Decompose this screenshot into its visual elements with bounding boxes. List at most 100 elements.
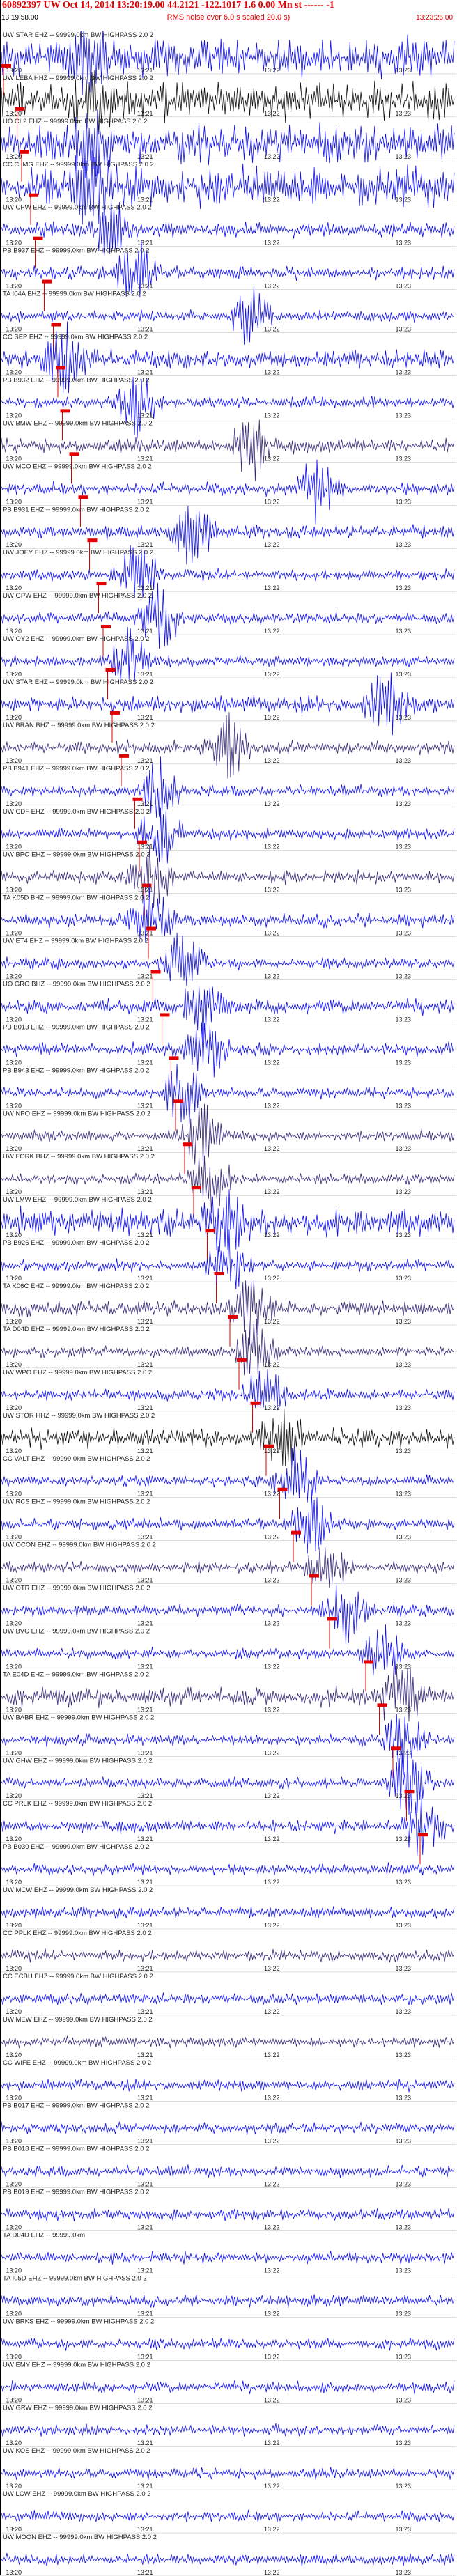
time-tick-label: 13:23 [396, 498, 412, 505]
time-tick-label: 13:20 [6, 240, 22, 247]
time-tick-label: 13:21 [137, 541, 153, 548]
time-tick-label: 13:21 [137, 240, 153, 247]
station-label: CC SEP EHZ -- 99999.0km BW HIGHPASS 2.0 … [3, 334, 148, 341]
time-tick-label: 13:22 [264, 757, 280, 764]
time-tick-label: 13:21 [137, 1016, 153, 1023]
time-tick-label: 13:20 [6, 844, 22, 851]
time-tick-label: 13:23 [396, 2310, 412, 2317]
pick-marker [29, 193, 38, 197]
time-tick-label: 13:20 [6, 283, 22, 290]
time-tick-label: 13:23 [396, 714, 412, 721]
time-tick-label: 13:23 [396, 1145, 412, 1152]
pick-marker [237, 1358, 247, 1362]
trace: CC CLMG EHZ -- 99999.0km BW HIGHPASS 2.0… [0, 150, 457, 225]
station-label: UW GPW EHZ -- 99999.0km BW HIGHPASS 2.0 … [3, 592, 152, 600]
station-label: UW FORK BHZ -- 99999.0km BW HIGHPASS 2.0… [3, 1153, 155, 1161]
time-tick-label: 13:20 [6, 1965, 22, 1972]
pick-marker [60, 409, 70, 413]
waveform [1, 985, 455, 1043]
trace: UO CL2 EHZ -- 99999.0km BW HIGHPASS 2.0 … [0, 109, 457, 182]
time-tick-label: 13:23 [396, 1663, 412, 1670]
station-label: CC PRLK EHZ -- 99999.0km BW HIGHPASS 2.0… [3, 1800, 152, 1808]
time-tick-label: 13:21 [137, 757, 153, 764]
trace: UW BMW EHZ -- 99999.0km BW HIGHPASS 2.0 … [0, 419, 457, 484]
time-tick-label: 13:23 [396, 110, 412, 117]
trace: UW WPO EHZ -- 99999.0km BW HIGHPASS 2.0 … [0, 1369, 457, 1433]
time-tick-label: 13:23 [396, 2526, 412, 2533]
time-tick-label: 13:20 [6, 1577, 22, 1584]
time-tick-label: 13:23 [396, 1491, 412, 1498]
station-label: PB B018 EHZ -- 99999.0km BW HIGHPASS 2.0… [3, 2146, 150, 2153]
station-label: UW NPO EHZ -- 99999.0km BW HIGHPASS 2.0 … [3, 1110, 150, 1117]
time-tick-label: 13:21 [137, 1188, 153, 1195]
time-tick-label: 13:20 [6, 1145, 22, 1152]
trace: UW LEBA HHZ -- 99999.0km BW HIGHPASS 2.0… [0, 70, 457, 139]
pick-marker [277, 1487, 288, 1491]
pick-marker [51, 323, 61, 327]
time-tick-label: 13:21 [137, 1448, 153, 1454]
trace: UW LCW EHZ -- 99999.0km BW HIGHPASS 2.0 … [0, 2490, 457, 2534]
station-label: UW BMW EHZ -- 99999.0km BW HIGHPASS 2.0 … [3, 419, 153, 427]
station-label: UW LEBA HHZ -- 99999.0km BW HIGHPASS 2.0… [3, 75, 153, 82]
time-tick-label: 13:23 [396, 2008, 412, 2015]
time-tick-label: 13:22 [264, 1663, 280, 1670]
station-label: PB B931 EHZ -- 99999.0km BW HIGHPASS 2.0… [3, 506, 150, 513]
time-tick-label: 13:20 [6, 1275, 22, 1282]
time-tick-label: 13:20 [6, 1792, 22, 1799]
time-tick-label: 13:21 [137, 67, 153, 74]
trace: CC WIFE EHZ -- 99999.0km BW HIGHPASS 2.0… [0, 2059, 457, 2102]
trace: UW BRAN BHZ -- 99999.0km BW HIGHPASS 2.0… [0, 712, 457, 786]
trace: UW STAR EHZ -- 99999.0km BW HIGHPASS 2.0… [0, 31, 457, 95]
time-tick-label: 13:22 [264, 1059, 280, 1066]
time-tick-label: 13:20 [6, 455, 22, 462]
time-tick-label: 13:20 [6, 1404, 22, 1411]
time-tick-label: 13:21 [137, 196, 153, 203]
pick-marker [33, 236, 43, 240]
time-tick-label: 13:21 [137, 2095, 153, 2102]
plot-header: 60892397 UW Oct 14, 2014 13:20:19.00 44.… [0, 0, 457, 31]
trace: PB B013 EHZ -- 99999.0km BW HIGHPASS 2.0… [0, 1022, 457, 1088]
time-tick-label: 13:21 [137, 1275, 153, 1282]
time-tick-label: 13:20 [6, 1663, 22, 1670]
time-tick-label: 13:21 [137, 2569, 153, 2576]
trace: UW KOS EHZ -- 99999.0km BW HIGHPASS 2.0 … [0, 2447, 457, 2490]
station-label: UW CPW EHZ -- 99999.0km BW HIGHPASS 2.0 … [3, 204, 152, 212]
pick-marker [377, 1703, 387, 1707]
time-tick-label: 13:22 [264, 2181, 280, 2188]
trace: PB B941 EHZ -- 99999.0km BW HIGHPASS 2.0… [0, 756, 457, 829]
time-tick-label: 13:21 [137, 326, 153, 333]
trace: PB B019 EHZ -- 99999.0km BW HIGHPASS 2.0… [0, 2189, 457, 2231]
pick-marker [69, 452, 79, 456]
station-label: UW OY2 EHZ -- 99999.0km BW HIGHPASS 2.0 … [3, 635, 149, 643]
time-tick-label: 13:23 [396, 1620, 412, 1627]
time-tick-label: 13:21 [137, 1491, 153, 1498]
time-tick-label: 13:21 [137, 1922, 153, 1929]
station-label: UW BRKS EHZ -- 99999.0km BW HIGHPASS 2.0… [3, 2318, 154, 2325]
time-tick-label: 13:23 [396, 1232, 412, 1239]
time-tick-label: 13:23 [396, 2138, 412, 2145]
pick-marker [173, 1099, 183, 1103]
station-label: UW MCW EHZ -- 99999.0km BW HIGHPASS 2.0 … [3, 1886, 153, 1894]
time-tick-label: 13:22 [264, 1879, 280, 1886]
trace: PB B937 EHZ -- 99999.0km BW HIGHPASS 2.0… [0, 240, 457, 311]
time-tick-label: 13:22 [264, 2310, 280, 2317]
trace: PB B931 EHZ -- 99999.0km BW HIGHPASS 2.0… [0, 506, 457, 571]
time-tick-label: 13:23 [396, 1318, 412, 1325]
time-tick-label: 13:21 [137, 2138, 153, 2145]
waveform [1, 2552, 455, 2567]
time-tick-label: 13:20 [6, 1922, 22, 1929]
time-tick-label: 13:23 [396, 1749, 412, 1756]
time-tick-label: 13:21 [137, 110, 153, 117]
station-label: TA D04D EHZ -- 99999.0km BW HIGHPASS 2.0… [3, 1326, 150, 1333]
time-tick-label: 13:20 [6, 1879, 22, 1886]
time-tick-label: 13:21 [137, 2267, 153, 2274]
trace: UW BABR EHZ -- 99999.0km BW HIGHPASS 2.0… [0, 1714, 457, 1778]
time-tick-label: 13:22 [264, 326, 280, 333]
station-label: UW JOEY EHZ -- 99999.0km BW HIGHPASS 2.0… [3, 549, 153, 557]
station-label: PB B017 EHZ -- 99999.0km BW HIGHPASS 2.0… [3, 2102, 150, 2110]
waveform [1, 1547, 455, 1588]
time-tick-label: 13:21 [137, 455, 153, 462]
time-tick-label: 13:22 [264, 671, 280, 678]
pick-marker [264, 1444, 274, 1448]
time-tick-label: 13:23 [396, 973, 412, 980]
